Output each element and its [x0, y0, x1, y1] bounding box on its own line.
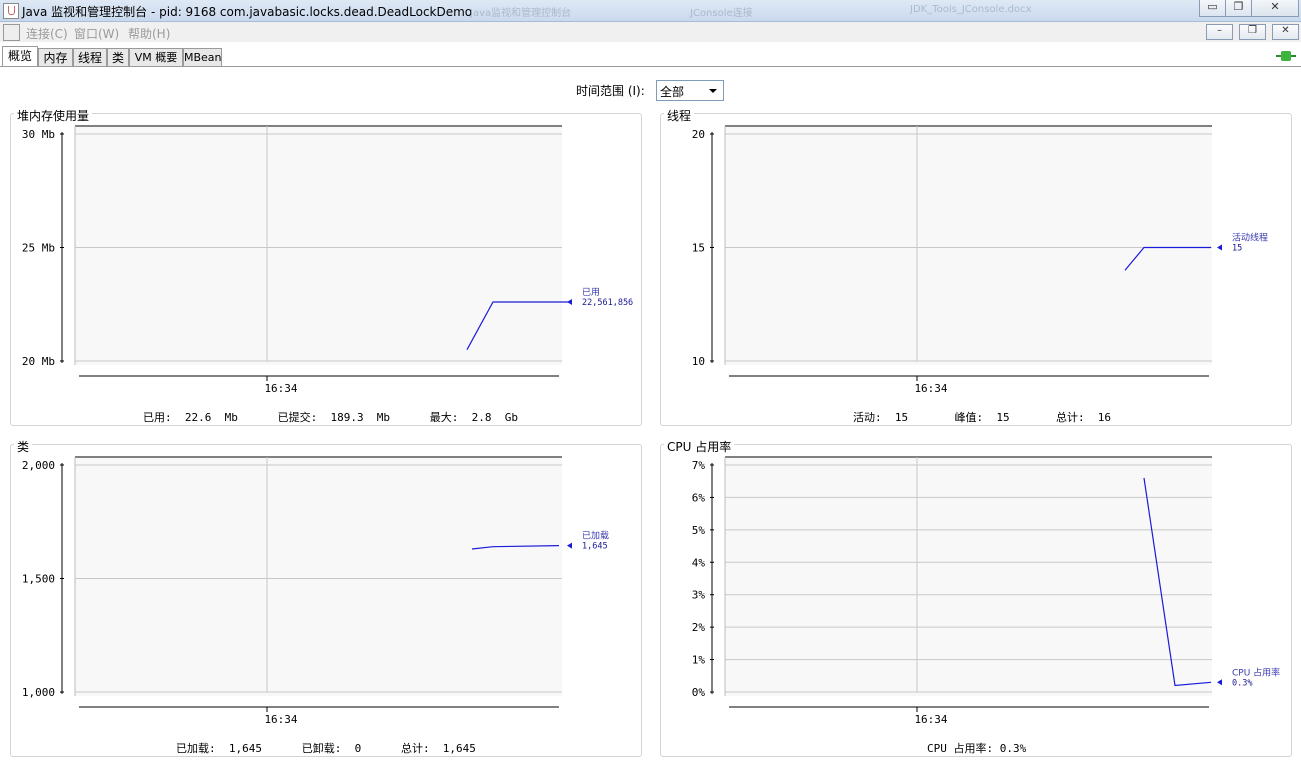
y-tick-label: 3%	[692, 589, 706, 602]
threads-chart: 20151016:34活动线程15	[692, 125, 1268, 395]
y-tick-label: 1,500	[22, 573, 55, 586]
y-tick-label: 5%	[692, 524, 706, 537]
heap-memory-chart: 30 Mb 25 Mb 20 Mb 16:34 已用22,561,856	[22, 125, 633, 395]
connection-status-icon	[1276, 51, 1296, 61]
y-tick-label: 0%	[692, 686, 706, 699]
legend-series-name: 已用	[582, 287, 600, 298]
cpu-summary: CPU 占用率: 0.3%	[927, 742, 1027, 755]
threads-summary: 活动: 15 峰值: 15 总计: 16	[853, 411, 1112, 424]
cpu-chart: 7% 6% 5% 4% 3% 2% 1% 0% 16:34 CPU 占用率0.3%	[692, 456, 1280, 726]
legend-series-name: 已加载	[582, 530, 609, 542]
tab-overview[interactable]: 概览	[2, 46, 38, 67]
java-coffee-icon	[3, 3, 19, 19]
background-tab-2: JConsole连接	[690, 8, 753, 19]
plot-area	[75, 457, 562, 696]
plot-area	[725, 126, 1212, 365]
legend-series-value: 1,645	[582, 542, 608, 552]
y-tick-label: 7%	[692, 459, 706, 472]
dropdown-arrow-icon	[709, 89, 717, 93]
y-tick-label: 25 Mb	[22, 242, 55, 255]
legend-series-name: CPU 占用率	[1232, 666, 1280, 678]
legend-series-value: 15	[1232, 244, 1242, 254]
y-tick-label: 6%	[692, 491, 706, 504]
tab-classes[interactable]: 类	[107, 48, 129, 67]
time-range-value: 全部	[660, 85, 685, 99]
background-tab-3: JDK_Tools_JConsole.docx	[910, 4, 1032, 15]
y-tick-label: 15	[692, 242, 705, 255]
tab-memory[interactable]: 内存	[38, 48, 73, 67]
y-tick-label: 1,000	[22, 686, 55, 699]
x-tick-label: 16:34	[264, 382, 297, 395]
y-tick-label: 2%	[692, 621, 706, 634]
legend-marker-icon	[567, 542, 572, 549]
jconsole-app-icon	[3, 24, 20, 41]
y-tick-label: 30 Mb	[22, 128, 55, 141]
y-tick-label: 10	[692, 355, 705, 368]
window-minimize-button[interactable]: ▭	[1199, 0, 1226, 17]
tab-mbean[interactable]: MBean	[183, 48, 222, 67]
plot-area	[75, 126, 562, 365]
legend-marker-icon	[567, 298, 572, 305]
window-titlebar: Java 监视和管理控制台 - pid: 9168 com.javabasic.…	[0, 0, 1301, 22]
time-range-select[interactable]: 全部	[656, 80, 724, 101]
heap-memory-summary: 已用: 22.6 Mb 已提交: 189.3 Mb 最大: 2.8 Gb	[143, 411, 519, 424]
legend-series-value: 0.3%	[1232, 678, 1252, 688]
plot-area	[725, 457, 1212, 696]
legend-series-value: 22,561,856	[582, 298, 633, 308]
background-tab-1: Java监视和管理控制台	[470, 8, 572, 19]
menu-window[interactable]: 窗口(W)	[74, 25, 119, 42]
x-tick-label: 16:34	[914, 713, 947, 726]
menu-connect[interactable]: 连接(C)	[26, 25, 68, 42]
y-tick-label: 20	[692, 128, 705, 141]
y-tick-label: 4%	[692, 556, 706, 569]
y-tick-label: 2,000	[22, 459, 55, 472]
window-close-button[interactable]: ✕	[1251, 0, 1299, 17]
classes-summary: 已加载: 1,645 已卸载: 0 总计: 1,645	[176, 742, 476, 755]
inner-close-button[interactable]: ✕	[1272, 24, 1299, 40]
window-title: Java 监视和管理控制台 - pid: 9168 com.javabasic.…	[22, 5, 473, 19]
legend-series-name: 活动线程	[1232, 232, 1268, 244]
x-tick-label: 16:34	[914, 382, 947, 395]
tab-divider	[0, 66, 1301, 67]
inner-minimize-button[interactable]: –	[1206, 24, 1233, 40]
classes-chart: 2,000 1,500 1,000 16:34 已加载1,645	[22, 456, 609, 726]
menu-help[interactable]: 帮助(H)	[128, 25, 170, 42]
menu-bar: 连接(C) 窗口(W) 帮助(H)	[0, 22, 1301, 42]
tab-vm-summary[interactable]: VM 概要	[129, 48, 183, 67]
tab-threads[interactable]: 线程	[73, 48, 107, 67]
legend-marker-icon	[1217, 244, 1222, 251]
window-restore-button[interactable]: ❐	[1225, 0, 1252, 17]
y-tick-label: 20 Mb	[22, 355, 55, 368]
x-tick-label: 16:34	[264, 713, 297, 726]
y-tick-label: 1%	[692, 654, 706, 667]
inner-restore-button[interactable]: ❐	[1239, 24, 1266, 40]
legend-marker-icon	[1217, 679, 1222, 686]
time-range-label: 时间范围 (I):	[576, 84, 645, 98]
